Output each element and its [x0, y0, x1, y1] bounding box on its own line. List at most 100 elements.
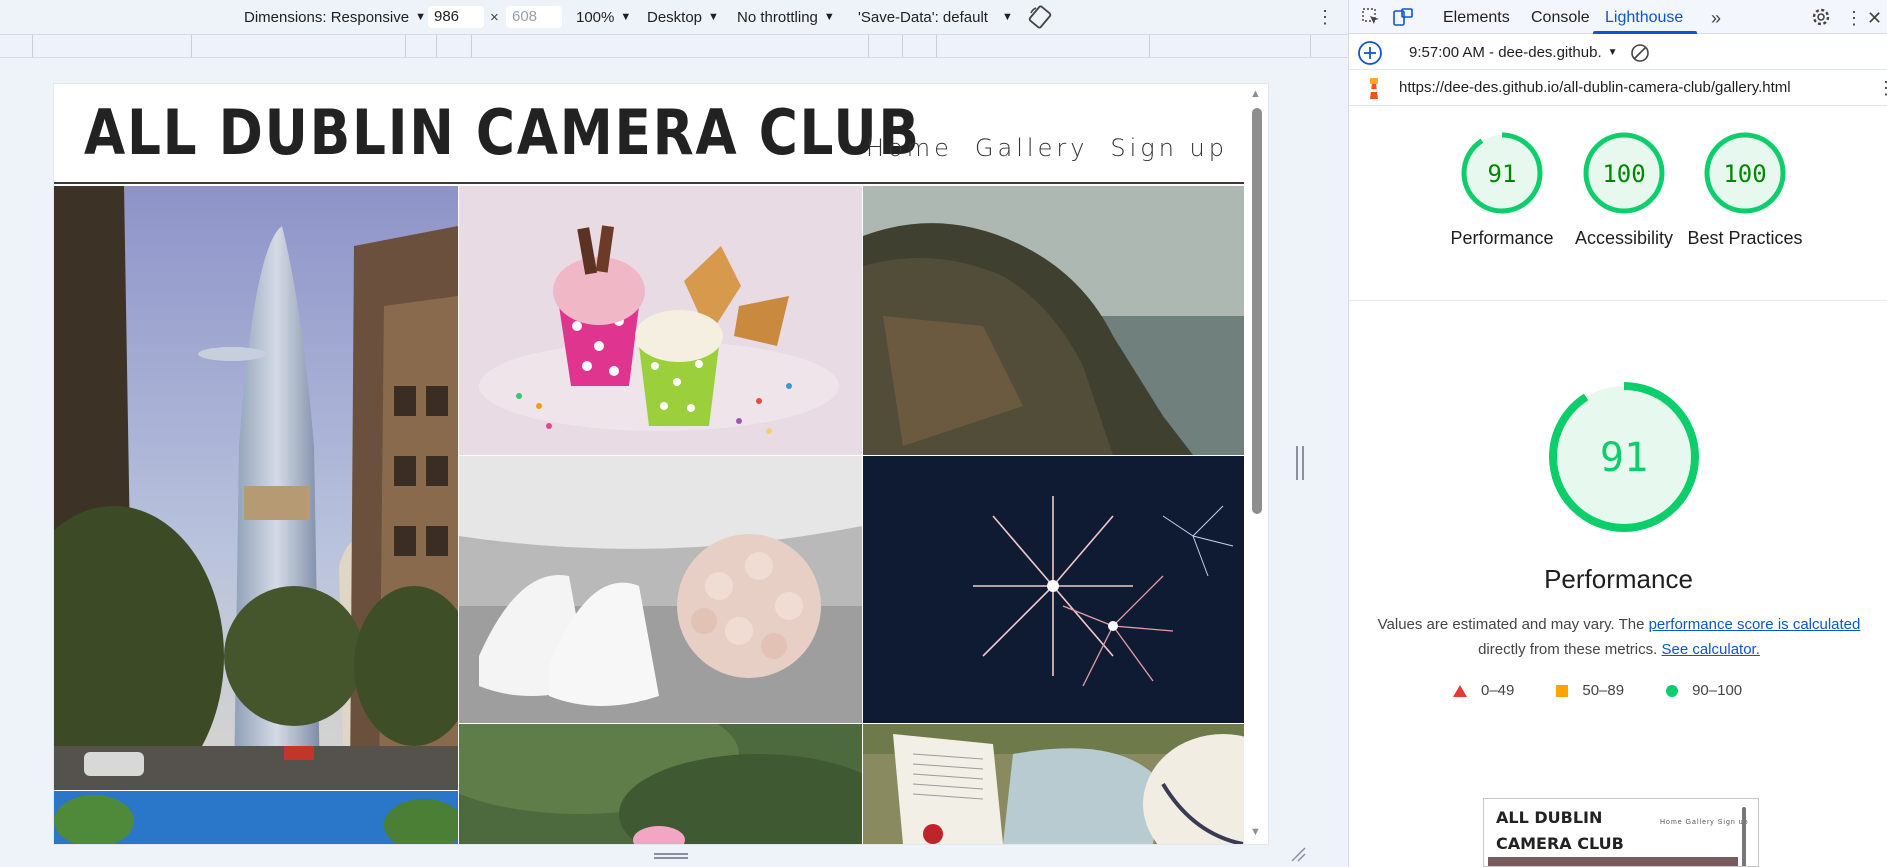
legend-range-fail: 0–49: [1481, 682, 1515, 699]
legend-item-average: 50–89: [1556, 682, 1624, 699]
thumbnail-photos-strip: [1488, 857, 1738, 866]
wedding-shoes-bouquet-photo[interactable]: [459, 456, 862, 723]
performance-score-gauge[interactable]: 91: [1459, 130, 1545, 216]
zoom-label: 100%: [576, 8, 615, 26]
more-options-icon[interactable]: ⋮: [1316, 0, 1334, 34]
page-scrollbar[interactable]: ▲ ▼: [1244, 84, 1268, 844]
legend-range-pass: 90–100: [1692, 682, 1743, 699]
nav-link-home[interactable]: Home: [866, 134, 953, 162]
settings-gear-icon[interactable]: [1811, 7, 1831, 27]
scroll-up-icon[interactable]: ▲: [1250, 88, 1261, 100]
ruler-tick: [1310, 35, 1311, 57]
inspect-element-icon[interactable]: [1361, 7, 1381, 27]
thumbnail-site-title: ALL DUBLIN CAMERA CLUB: [1496, 808, 1624, 853]
report-selector-dropdown[interactable]: 9:57:00 AM - dee-des.github. ▼: [1409, 34, 1618, 70]
chevron-down-icon: ▼: [823, 11, 835, 23]
height-input[interactable]: 608: [506, 0, 562, 34]
devtools-panel: Elements Console Lighthouse » ⋮ ✕ 9:57:0…: [1348, 0, 1887, 867]
ice-cream-photo[interactable]: [459, 186, 862, 455]
ruler-tick: [405, 35, 406, 57]
performance-score-calculated-link[interactable]: performance score is calculated: [1649, 616, 1861, 633]
dimensions-dropdown[interactable]: Dimensions: Responsive ▼: [244, 0, 426, 34]
media-query-ruler: [0, 34, 1348, 58]
blue-sky-trees-photo[interactable]: [54, 791, 458, 844]
tab-elements[interactable]: Elements: [1443, 0, 1510, 34]
device-emulation-area: Dimensions: Responsive ▼ 986 × 608 100% ▼ …: [0, 0, 1348, 867]
legend-range-average: 50–89: [1582, 682, 1625, 699]
ruler-tick: [471, 35, 472, 57]
emulated-page-viewport[interactable]: ALL DUBLIN CAMERA CLUB Home Gallery Sign…: [54, 84, 1268, 844]
nav-link-gallery[interactable]: Gallery: [975, 134, 1088, 162]
book-and-hat-photo[interactable]: [863, 724, 1268, 844]
tab-lighthouse[interactable]: Lighthouse: [1605, 0, 1683, 34]
performance-score-label: Performance: [1450, 228, 1554, 248]
performance-score-value: 91: [1488, 160, 1517, 188]
device-toolbar-icon[interactable]: [1393, 7, 1413, 27]
device-type-dropdown[interactable]: Desktop ▼: [647, 0, 719, 34]
ruler-tick: [902, 35, 903, 57]
ruler-tick: [868, 35, 869, 57]
clear-reports-icon[interactable]: [1630, 43, 1650, 63]
thumbnail-scrollbar: [1742, 807, 1746, 866]
best-practices-score-gauge[interactable]: 100: [1702, 130, 1788, 216]
coastal-cliffs-photo[interactable]: [863, 186, 1268, 455]
report-selector-label: 9:57:00 AM - dee-des.github.: [1409, 43, 1602, 61]
throttling-dropdown[interactable]: No throttling ▼: [737, 0, 835, 34]
more-tabs-icon[interactable]: »: [1711, 0, 1721, 34]
new-report-plus-icon[interactable]: [1357, 40, 1383, 66]
audited-url[interactable]: https://dee-des.github.io/all-dublin-cam…: [1399, 70, 1791, 106]
final-screenshot-thumbnail[interactable]: ALL DUBLIN CAMERA CLUB Home Gallery Sign…: [1483, 798, 1759, 867]
site-title: ALL DUBLIN CAMERA CLUB: [84, 96, 921, 169]
accessibility-score-label: Accessibility: [1574, 228, 1674, 248]
description-prefix: Values are estimated and may vary. The: [1377, 616, 1649, 633]
dimensions-label: Dimensions: Responsive: [244, 8, 410, 26]
accessibility-score-value: 100: [1602, 160, 1645, 188]
accessibility-score-gauge[interactable]: 100: [1581, 130, 1667, 216]
site-header: ALL DUBLIN CAMERA CLUB Home Gallery Sign…: [54, 84, 1268, 184]
throttling-label: No throttling: [737, 8, 818, 26]
tab-console[interactable]: Console: [1531, 0, 1590, 34]
main-performance-title: Performance: [1544, 564, 1693, 594]
device-toolbar: Dimensions: Responsive ▼ 986 × 608 100% ▼ …: [0, 0, 1348, 34]
best-practices-score-label: Best Practices: [1687, 228, 1803, 248]
nav-link-sign-up[interactable]: Sign up: [1110, 134, 1228, 162]
chevron-down-icon: ▼: [708, 11, 719, 23]
devtools-menu-icon[interactable]: ⋮: [1845, 0, 1863, 34]
section-divider: [1349, 300, 1887, 301]
ruler-tick: [936, 35, 937, 57]
rotate-icon[interactable]: [1028, 0, 1052, 34]
site-nav: Home Gallery Sign up: [866, 134, 1228, 162]
height-value: 608: [506, 6, 562, 28]
scroll-down-icon[interactable]: ▼: [1250, 826, 1261, 838]
see-calculator-link[interactable]: See calculator.: [1661, 641, 1759, 658]
red-triangle-icon: [1453, 684, 1467, 697]
chevron-down-icon: ▼: [1001, 11, 1013, 23]
green-blur-photo[interactable]: [459, 724, 862, 844]
viewport-resize-handle-bottom[interactable]: [654, 853, 688, 859]
description-suffix: directly from these metrics.: [1478, 641, 1658, 658]
green-circle-icon: [1666, 684, 1679, 697]
chevron-down-icon: ▼: [1607, 46, 1618, 58]
zoom-dropdown[interactable]: 100% ▼: [576, 0, 631, 34]
fireworks-photo[interactable]: [863, 456, 1268, 723]
scrollbar-thumb[interactable]: [1252, 108, 1262, 514]
orange-square-icon: [1556, 684, 1569, 697]
devtools-tab-bar: Elements Console Lighthouse » ⋮ ✕: [1349, 0, 1887, 34]
main-performance-gauge: 91: [1549, 382, 1699, 532]
save-data-label: 'Save-Data': default: [858, 8, 988, 26]
close-devtools-icon[interactable]: ✕: [1867, 0, 1882, 34]
lighthouse-toolbar: 9:57:00 AM - dee-des.github. ▼: [1349, 34, 1887, 70]
lighthouse-logo-icon: [1370, 78, 1378, 99]
city-tower-photo[interactable]: [54, 186, 458, 790]
viewport-resize-corner-icon[interactable]: [1290, 846, 1306, 862]
times-icon: ×: [490, 8, 499, 26]
main-performance-score-value: 91: [1600, 435, 1648, 481]
audited-url-bar: https://dee-des.github.io/all-dublin-cam…: [1349, 70, 1887, 106]
save-data-dropdown[interactable]: 'Save-Data': default ▼: [858, 0, 1013, 34]
width-input[interactable]: 986: [428, 0, 484, 34]
thumbnail-site-nav: Home Gallery Sign up: [1660, 819, 1749, 826]
legend-item-pass: 90–100: [1666, 682, 1742, 699]
url-menu-icon[interactable]: ⋮: [1877, 70, 1887, 106]
chevron-down-icon: ▼: [620, 11, 632, 23]
viewport-resize-handle-right[interactable]: [1296, 446, 1304, 480]
